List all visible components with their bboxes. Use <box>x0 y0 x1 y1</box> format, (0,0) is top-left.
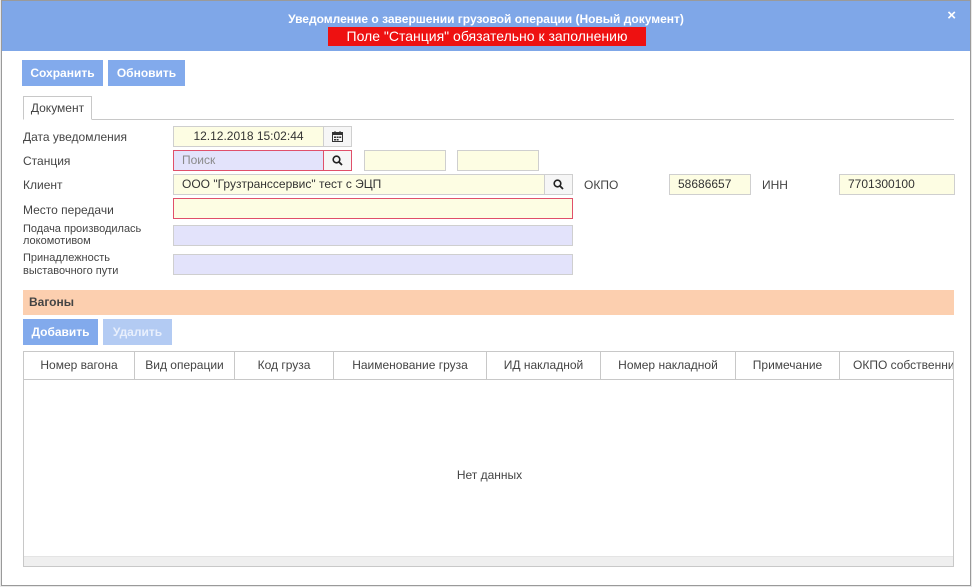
save-button[interactable]: Сохранить <box>22 60 103 86</box>
grid-header: Номер вагона Вид операции Код груза Наим… <box>24 352 953 380</box>
dialog-titlebar: Уведомление о завершении грузовой операц… <box>2 1 970 51</box>
col-cargo-code[interactable]: Код груза <box>235 352 334 379</box>
col-note[interactable]: Примечание <box>736 352 840 379</box>
calendar-icon <box>332 131 343 142</box>
station-label: Станция <box>23 154 71 168</box>
dialog-title: Уведомление о завершении грузовой операц… <box>288 12 684 26</box>
station-extra-field[interactable] <box>457 150 539 171</box>
col-operation-type[interactable]: Вид операции <box>135 352 235 379</box>
station-code-field[interactable] <box>364 150 446 171</box>
track-label-line2: выставочного пути <box>23 265 119 277</box>
col-cargo-name[interactable]: Наименование груза <box>334 352 487 379</box>
search-icon <box>553 179 564 190</box>
place-input[interactable] <box>173 198 573 219</box>
inn-label: ИНН <box>762 178 788 192</box>
loco-label-line2: локомотивом <box>23 235 91 247</box>
station-search-button[interactable] <box>323 150 352 171</box>
col-wagon-number[interactable]: Номер вагона <box>24 352 135 379</box>
client-label: Клиент <box>23 178 63 192</box>
calendar-button[interactable] <box>323 126 352 147</box>
col-waybill-number[interactable]: Номер накладной <box>601 352 736 379</box>
tab-document[interactable]: Документ <box>23 96 92 120</box>
loco-input[interactable] <box>173 225 573 246</box>
track-input[interactable] <box>173 254 573 275</box>
date-label: Дата уведомления <box>23 130 127 144</box>
grid-horizontal-scrollbar[interactable] <box>24 556 953 566</box>
dialog-window: Уведомление о завершении грузовой операц… <box>1 0 971 586</box>
client-input[interactable]: ООО "Грузтранссервис" тест с ЭЦП <box>173 174 545 195</box>
col-owner-okpo[interactable]: ОКПО собственника <box>840 352 953 379</box>
search-icon <box>332 155 343 166</box>
validation-error-message: Поле "Станция" обязательно к заполнению <box>328 27 646 46</box>
okpo-field[interactable]: 58686657 <box>669 174 751 195</box>
station-search-input[interactable]: Поиск <box>173 150 324 171</box>
place-label: Место передачи <box>23 203 114 217</box>
delete-wagon-button[interactable]: Удалить <box>103 319 172 345</box>
col-waybill-id[interactable]: ИД накладной <box>487 352 601 379</box>
add-wagon-button[interactable]: Добавить <box>23 319 98 345</box>
inn-field[interactable]: 7701300100 <box>839 174 955 195</box>
track-label-line1: Принадлежность <box>23 252 111 264</box>
date-input[interactable]: 12.12.2018 15:02:44 <box>173 126 324 147</box>
refresh-button[interactable]: Обновить <box>108 60 185 86</box>
loco-label-line1: Подача производилась <box>23 223 142 235</box>
client-search-button[interactable] <box>544 174 573 195</box>
wagons-section-header: Вагоны <box>23 290 954 315</box>
tab-strip-divider <box>23 119 954 120</box>
wagons-grid: Номер вагона Вид операции Код груза Наим… <box>23 351 954 567</box>
okpo-label: ОКПО <box>584 178 619 192</box>
grid-empty-message: Нет данных <box>456 468 523 482</box>
close-icon[interactable]: × <box>947 8 956 24</box>
